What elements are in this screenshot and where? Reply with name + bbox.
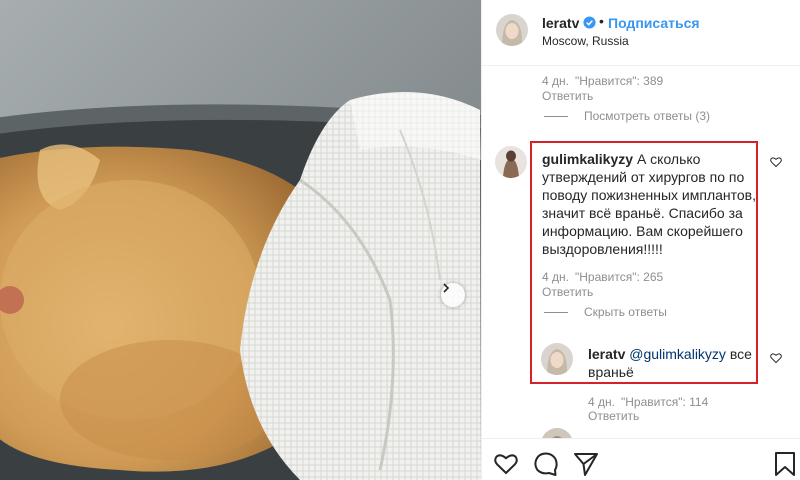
reply-likes[interactable]: "Нравится": 114	[621, 395, 708, 409]
thread-line	[544, 311, 568, 313]
heart-icon[interactable]	[770, 352, 782, 364]
share-icon[interactable]	[573, 451, 599, 477]
separator-dot: •	[599, 13, 604, 29]
comment-author[interactable]: gulimkalikyzy	[542, 151, 633, 167]
view-replies-label: Посмотреть ответы (3)	[584, 109, 711, 123]
comment-icon[interactable]	[533, 451, 559, 477]
reply-button[interactable]: Ответить	[542, 89, 593, 103]
next-photo-button[interactable]	[441, 283, 465, 307]
commenter-avatar-image	[495, 146, 527, 178]
comment-age[interactable]: 4 дн.	[542, 270, 569, 284]
reply-author[interactable]: leratv	[588, 346, 625, 362]
post-location[interactable]: Moscow, Russia	[542, 34, 629, 48]
comment-avatar[interactable]	[495, 146, 527, 178]
post-header: leratv • Подписаться Moscow, Russia	[482, 0, 800, 66]
reply-button[interactable]: Ответить	[588, 409, 639, 423]
comment-likes[interactable]: "Нравится": 389	[575, 74, 663, 88]
thread-line	[544, 115, 568, 117]
view-replies-toggle[interactable]: Посмотреть ответы (3)	[544, 109, 710, 123]
heart-icon[interactable]	[493, 451, 519, 477]
comment-body: gulimkalikyzy А сколько утверждений от х…	[542, 150, 757, 258]
reply-avatar[interactable]	[541, 343, 573, 375]
hide-replies-label: Скрыть ответы	[584, 305, 667, 319]
comments-panel: leratv • Подписаться Moscow, Russia 4 дн…	[481, 0, 800, 480]
reply-avatar-image	[541, 343, 573, 375]
comment-likes[interactable]: "Нравится": 265	[575, 270, 663, 284]
chevron-right-icon	[443, 283, 450, 293]
post-photo[interactable]	[0, 0, 481, 480]
reply-body: leratv @gulimkalikyzy все враньё	[588, 345, 758, 381]
avatar[interactable]	[496, 14, 528, 46]
reply-age[interactable]: 4 дн.	[588, 395, 615, 409]
hide-replies-toggle[interactable]: Скрыть ответы	[544, 305, 667, 319]
comment-age[interactable]: 4 дн.	[542, 74, 569, 88]
post-author-username[interactable]: leratv	[542, 15, 579, 31]
post-actions-bar	[482, 438, 800, 480]
reply-button[interactable]: Ответить	[542, 285, 593, 299]
heart-icon[interactable]	[770, 156, 782, 168]
photo-image	[0, 0, 481, 480]
bookmark-icon[interactable]	[772, 451, 798, 477]
follow-button[interactable]: Подписаться	[608, 15, 700, 31]
reply-mention[interactable]: @gulimkalikyzy	[629, 346, 726, 362]
verified-badge-icon	[583, 16, 596, 29]
avatar-image	[496, 14, 528, 46]
